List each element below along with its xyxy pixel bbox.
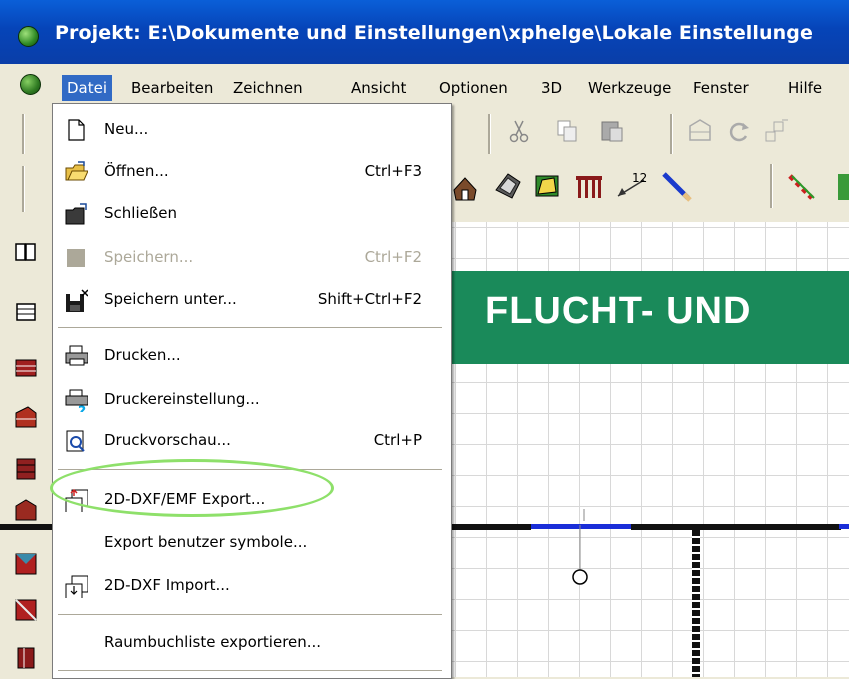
wall-3d-tool-icon[interactable] <box>14 455 38 481</box>
menu-item-shortcut: Ctrl+P <box>373 431 422 449</box>
printer-icon <box>65 345 88 366</box>
roof-3d-icon[interactable] <box>492 170 522 202</box>
menu-item-neu[interactable]: Neu... <box>52 114 450 146</box>
cut-icon[interactable] <box>508 118 530 144</box>
wall[interactable] <box>692 530 700 677</box>
menu-item-export-benutzer-symbole[interactable]: Export benutzer symbole... <box>52 527 450 559</box>
printer-settings-icon: ? <box>65 389 88 412</box>
menu-item-label: Raumbuchliste exportieren... <box>104 633 322 651</box>
open-folder-icon <box>65 161 88 181</box>
menu-item-label: Speichern... <box>104 248 194 266</box>
menu-zeichnen[interactable]: Zeichnen <box>228 75 308 101</box>
menu-item-label: Druckvorschau... <box>104 431 231 449</box>
menu-item-drucken[interactable]: Drucken... <box>52 340 450 372</box>
align-icon[interactable] <box>764 116 790 146</box>
stairs-icon[interactable] <box>532 170 562 202</box>
door-opening[interactable] <box>839 524 849 529</box>
rotate-frame-icon[interactable] <box>686 116 714 146</box>
toolbar-grip[interactable] <box>22 166 25 212</box>
menu-hilfe[interactable]: Hilfe <box>783 75 827 101</box>
menu-separator <box>58 327 442 328</box>
toolbar-separator <box>670 114 673 154</box>
column-tool-icon[interactable] <box>14 644 38 670</box>
toolbar-separator <box>488 114 491 154</box>
menu-item-label: Schließen <box>104 204 178 222</box>
document-icon[interactable] <box>20 74 41 95</box>
menu-item-speichern[interactable]: Speichern... Ctrl+F2 <box>52 242 450 274</box>
wall-segment-tool-icon[interactable] <box>14 498 38 524</box>
menu-item-druckvorschau[interactable]: Druckvorschau... Ctrl+P <box>52 425 450 457</box>
menu-item-label: Drucken... <box>104 346 181 364</box>
dxf-import-icon <box>65 575 88 598</box>
menu-item-shortcut: Ctrl+F3 <box>364 162 422 180</box>
menu-item-shortcut: Shift+Ctrl+F2 <box>317 290 422 308</box>
annotation-highlight-ellipse <box>50 459 334 517</box>
title-bar: Projekt: E:\Dokumente und Einstellungen\… <box>0 0 849 64</box>
menu-fenster[interactable]: Fenster <box>688 75 754 101</box>
menu-item-oeffnen[interactable]: Öffnen... Ctrl+F3 <box>52 156 450 188</box>
toolbar-separator <box>770 164 773 208</box>
menu-item-label: Speichern unter... <box>104 290 237 308</box>
menu-bearbeiten[interactable]: Bearbeiten <box>126 75 218 101</box>
app-icon[interactable] <box>18 26 39 47</box>
menu-optionen[interactable]: Optionen <box>434 75 513 101</box>
svg-text:?: ? <box>78 404 86 412</box>
menu-item-label: Export benutzer symbole... <box>104 533 308 551</box>
paste-icon[interactable] <box>600 118 626 144</box>
print-preview-icon <box>66 430 85 452</box>
menu-item-druckereinstellung[interactable]: ? Druckereinstellung... <box>52 384 450 416</box>
wall-opening-tool-icon[interactable] <box>14 550 38 576</box>
save-icon <box>67 249 85 267</box>
wall[interactable] <box>631 524 841 530</box>
menu-ansicht[interactable]: Ansicht <box>346 75 411 101</box>
save-as-icon <box>66 289 88 312</box>
table-tool-icon[interactable] <box>14 300 38 324</box>
menu-item-label: Neu... <box>104 120 149 138</box>
green-tool-icon[interactable] <box>836 172 849 202</box>
dimension-icon[interactable]: 12 <box>614 166 654 202</box>
menu-item-speichern-unter[interactable]: Speichern unter... Shift+Ctrl+F2 <box>52 284 450 316</box>
banner-text: FLUCHT- UND <box>485 290 752 332</box>
menu-item-schliessen[interactable]: Schließen <box>52 198 450 230</box>
menu-item-label: Druckereinstellung... <box>104 390 260 408</box>
toolbar-grip[interactable] <box>22 114 25 154</box>
redo-icon[interactable] <box>726 116 752 146</box>
menu-werkzeuge[interactable]: Werkzeuge <box>583 75 676 101</box>
close-folder-icon <box>65 203 87 225</box>
menu-datei[interactable]: Datei <box>62 75 113 101</box>
menu-separator <box>58 614 442 615</box>
railing-icon[interactable] <box>574 172 604 200</box>
house-icon[interactable] <box>452 172 478 202</box>
door-symbol[interactable] <box>560 505 600 595</box>
menu-item-dxf-import[interactable]: 2D-DXF Import... <box>52 570 450 602</box>
menu-3d[interactable]: 3D <box>536 75 567 101</box>
wall-delete-tool-icon[interactable] <box>14 596 38 622</box>
book-icon[interactable] <box>14 240 38 264</box>
menu-item-raumbuchliste-exportieren[interactable]: Raumbuchliste exportieren... <box>52 627 450 659</box>
wall-corner-tool-icon[interactable] <box>14 405 38 431</box>
pencil-icon[interactable] <box>660 170 694 202</box>
measure-tool-icon[interactable] <box>786 172 820 202</box>
menu-separator <box>58 670 442 671</box>
window-title: Projekt: E:\Dokumente und Einstellungen\… <box>55 22 813 44</box>
new-document-icon <box>68 119 85 141</box>
copy-icon[interactable] <box>556 118 580 144</box>
menu-item-shortcut: Ctrl+F2 <box>364 248 422 266</box>
menu-item-label: Öffnen... <box>104 162 169 180</box>
dimension-label: 12 <box>632 171 647 185</box>
wall-tool-icon[interactable] <box>14 355 38 379</box>
menu-item-label: 2D-DXF Import... <box>104 576 230 594</box>
